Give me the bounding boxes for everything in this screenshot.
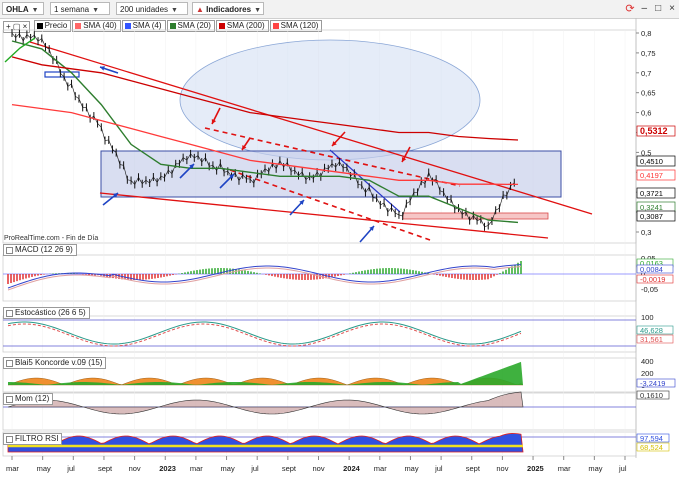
mom-title: Mom (12) xyxy=(3,393,54,406)
y-tick-label: 400 xyxy=(641,357,654,366)
x-tick-label: jul xyxy=(250,464,259,473)
x-tick-label: 2023 xyxy=(159,464,176,473)
value-tag-label: -0,0019 xyxy=(640,275,665,284)
y-tick-label: 0,3 xyxy=(641,228,651,237)
y-tick-label: 0,8 xyxy=(641,29,651,38)
price-tag-label: 0,4510 xyxy=(640,157,663,166)
x-tick-label: sept xyxy=(466,464,481,473)
x-tick-label: 2024 xyxy=(343,464,361,473)
panel-frame xyxy=(2,315,637,353)
y-tick-label: 0,7 xyxy=(641,69,651,78)
price-tag-label: 0,5312 xyxy=(640,126,668,136)
chart-canvas: 0,80,750,70,650,60,550,50,450,40,350,3ma… xyxy=(2,18,676,473)
y-tick-label: 0,75 xyxy=(641,49,656,58)
macd-title: MACD (12 26 9) xyxy=(3,244,78,257)
x-tick-label: jul xyxy=(618,464,627,473)
x-tick-label: mar xyxy=(558,464,571,473)
mom-area xyxy=(7,391,524,415)
x-tick-label: nov xyxy=(496,464,508,473)
y-tick-label: 0,65 xyxy=(641,89,656,98)
x-tick-label: may xyxy=(37,464,51,473)
value-tag-label: 31,561 xyxy=(640,335,663,344)
value-tag-label: -3,2419 xyxy=(640,379,665,388)
value-tag-label: 0,1610 xyxy=(640,391,663,400)
watermark: ProRealTime.com - Fin de Día xyxy=(4,235,99,242)
x-tick-label: sept xyxy=(98,464,113,473)
signal-line xyxy=(7,266,522,291)
x-tick-label: mar xyxy=(6,464,19,473)
rsi-area xyxy=(7,433,524,453)
value-tag-label: 68,524 xyxy=(640,443,663,452)
price-tag-label: 0,4197 xyxy=(640,171,663,180)
value-tag-label: 0,0084 xyxy=(640,265,663,274)
value-tag-label: 46,628 xyxy=(640,326,663,335)
panel-frame xyxy=(2,392,637,431)
x-tick-label: 2025 xyxy=(527,464,544,473)
stoch-title: Estocástico (26 6 5) xyxy=(3,307,91,320)
value-tag-label: 97,594 xyxy=(640,434,663,443)
x-tick-label: sept xyxy=(282,464,297,473)
koncorde-title: Blai5 Koncorde v.09 (15) xyxy=(3,357,107,370)
price-tag-label: 0,3087 xyxy=(640,212,663,221)
support-zone xyxy=(100,150,562,198)
y-tick-label: 0,6 xyxy=(641,109,651,118)
x-tick-label: may xyxy=(404,464,418,473)
x-tick-label: jul xyxy=(66,464,75,473)
x-tick-label: mar xyxy=(374,464,387,473)
price-tag-label: 0,3721 xyxy=(640,189,663,198)
price-tag-label: 0,3241 xyxy=(640,203,663,212)
rsi-title: FILTRO RSI xyxy=(3,433,63,446)
y-tick-label: -0,05 xyxy=(641,285,658,294)
x-tick-label: nov xyxy=(313,464,325,473)
stoch-d xyxy=(7,323,522,347)
x-tick-label: may xyxy=(221,464,235,473)
x-tick-label: nov xyxy=(129,464,141,473)
y-tick-label: 200 xyxy=(641,369,654,378)
x-tick-label: may xyxy=(588,464,602,473)
x-tick-label: mar xyxy=(190,464,203,473)
highlight-ellipse xyxy=(179,39,481,161)
x-tick-label: jul xyxy=(434,464,443,473)
y-tick-label: 100 xyxy=(641,313,654,322)
